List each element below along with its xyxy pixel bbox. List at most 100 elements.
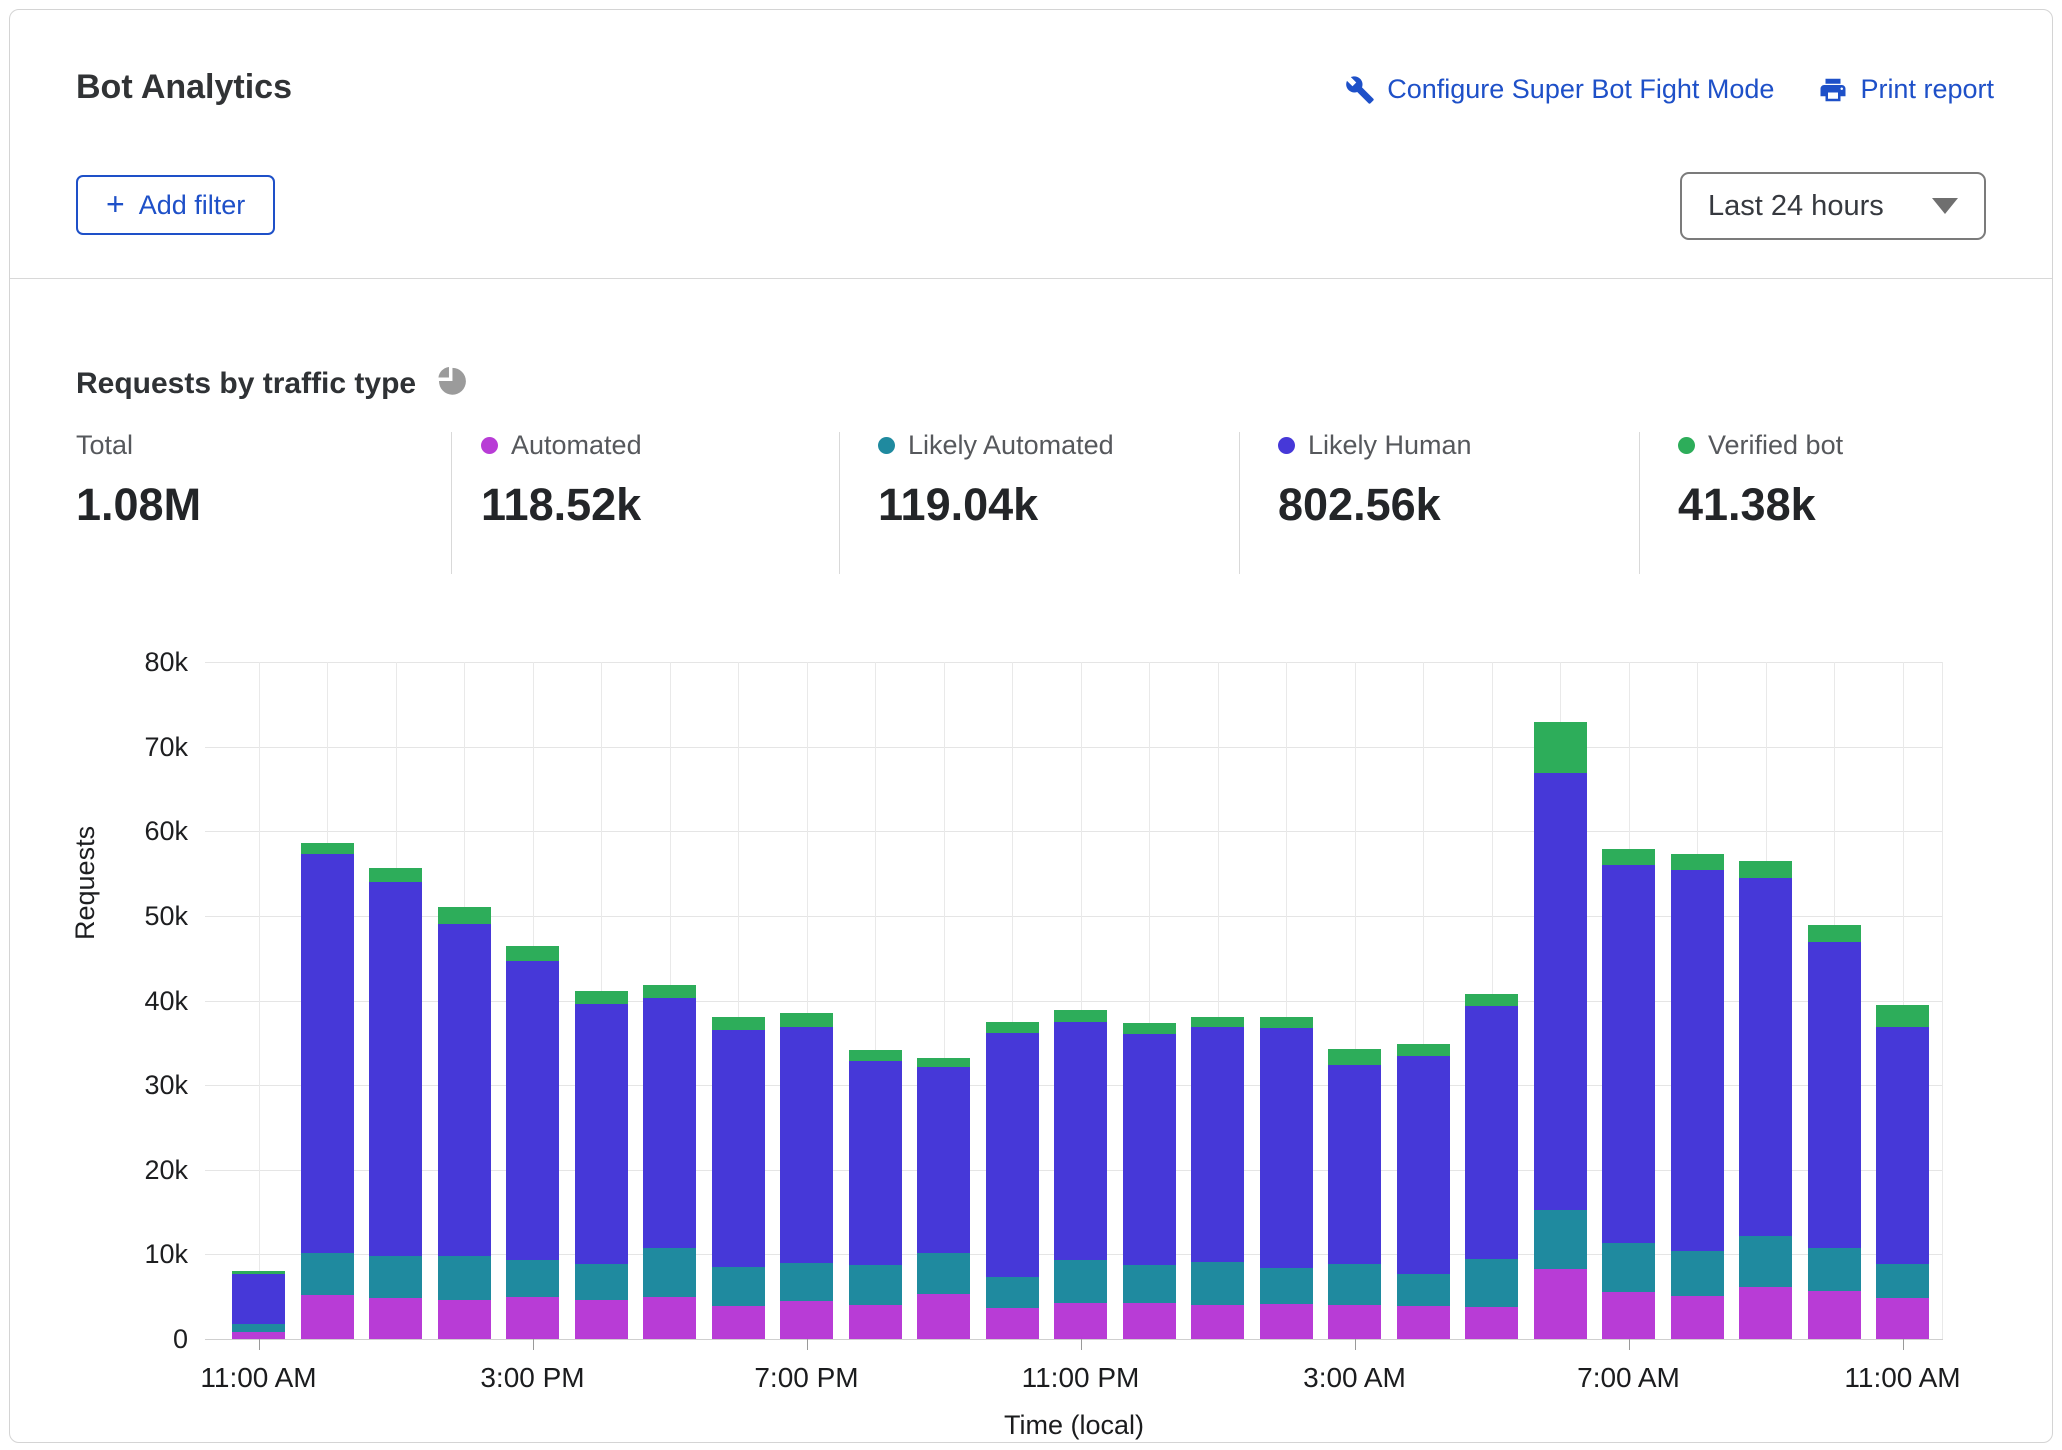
bar-segment-automated[interactable] (917, 1294, 970, 1339)
bar-segment-likely-automated[interactable] (506, 1260, 559, 1296)
bar-segment-automated[interactable] (1739, 1287, 1792, 1339)
bar-1-00-pm[interactable] (369, 868, 422, 1339)
bar-segment-likely-automated[interactable] (1602, 1243, 1655, 1292)
bar-2-00-am[interactable] (1260, 1017, 1313, 1339)
bar-segment-likely-automated[interactable] (1260, 1268, 1313, 1304)
bar-segment-likely-automated[interactable] (712, 1267, 765, 1306)
bar-segment-automated[interactable] (506, 1297, 559, 1339)
bar-10-00-pm[interactable] (986, 1022, 1039, 1339)
stat-likely-automated[interactable]: Likely Automated119.04k (878, 430, 1114, 531)
bar-segment-verified-bot[interactable] (1191, 1017, 1244, 1027)
bar-4-00-pm[interactable] (575, 991, 628, 1339)
bar-segment-likely-automated[interactable] (917, 1253, 970, 1294)
bar-segment-likely-automated[interactable] (849, 1265, 902, 1305)
bar-12-00-pm[interactable] (301, 843, 354, 1339)
bar-segment-verified-bot[interactable] (643, 985, 696, 998)
bar-segment-automated[interactable] (643, 1297, 696, 1339)
bar-segment-likely-automated[interactable] (1191, 1262, 1244, 1305)
bar-segment-verified-bot[interactable] (575, 991, 628, 1004)
bar-segment-automated[interactable] (1876, 1298, 1929, 1339)
bar-segment-automated[interactable] (780, 1301, 833, 1339)
bar-segment-automated[interactable] (1054, 1303, 1107, 1339)
bar-segment-likely-automated[interactable] (369, 1256, 422, 1297)
bar-segment-automated[interactable] (369, 1298, 422, 1339)
bar-6-00-pm[interactable] (712, 1017, 765, 1339)
bar-segment-likely-human[interactable] (1054, 1022, 1107, 1261)
bar-segment-verified-bot[interactable] (369, 868, 422, 882)
bar-segment-likely-human[interactable] (506, 961, 559, 1261)
bar-segment-verified-bot[interactable] (301, 843, 354, 854)
bar-segment-likely-human[interactable] (1465, 1006, 1518, 1260)
bar-segment-verified-bot[interactable] (1876, 1005, 1929, 1027)
bar-segment-likely-automated[interactable] (780, 1263, 833, 1301)
bar-segment-likely-automated[interactable] (986, 1277, 1039, 1307)
bar-segment-automated[interactable] (1465, 1307, 1518, 1339)
bar-2-00-pm[interactable] (438, 907, 491, 1339)
bar-segment-verified-bot[interactable] (1054, 1010, 1107, 1022)
bar-8-00-pm[interactable] (849, 1050, 902, 1339)
bar-segment-automated[interactable] (1328, 1305, 1381, 1339)
bar-segment-likely-human[interactable] (301, 854, 354, 1253)
bar-segment-likely-human[interactable] (986, 1033, 1039, 1278)
stat-verified-bot[interactable]: Verified bot41.38k (1678, 430, 1843, 531)
bar-segment-automated[interactable] (1397, 1306, 1450, 1339)
bar-segment-likely-automated[interactable] (1465, 1259, 1518, 1306)
bar-segment-verified-bot[interactable] (1465, 994, 1518, 1006)
add-filter-button[interactable]: + Add filter (76, 175, 275, 235)
bar-segment-verified-bot[interactable] (1808, 925, 1861, 942)
bar-10-00-am[interactable] (1808, 925, 1861, 1339)
bar-12-00-am[interactable] (1123, 1023, 1176, 1339)
bar-segment-automated[interactable] (1123, 1303, 1176, 1339)
bar-segment-verified-bot[interactable] (917, 1058, 970, 1066)
bar-4-00-am[interactable] (1397, 1044, 1450, 1339)
bar-segment-likely-human[interactable] (1671, 870, 1724, 1251)
bar-segment-likely-automated[interactable] (1808, 1248, 1861, 1290)
bar-segment-likely-automated[interactable] (643, 1248, 696, 1296)
bar-segment-automated[interactable] (1671, 1296, 1724, 1339)
bar-segment-verified-bot[interactable] (1602, 849, 1655, 865)
bar-segment-automated[interactable] (849, 1305, 902, 1339)
bar-segment-likely-automated[interactable] (1739, 1236, 1792, 1287)
bar-segment-likely-human[interactable] (1191, 1027, 1244, 1262)
bar-segment-automated[interactable] (1534, 1269, 1587, 1339)
stat-total[interactable]: Total1.08M (76, 430, 201, 531)
bar-6-00-am[interactable] (1534, 722, 1587, 1339)
print-report-link[interactable]: Print report (1818, 74, 1994, 105)
bar-segment-verified-bot[interactable] (1123, 1023, 1176, 1035)
bar-segment-automated[interactable] (1602, 1292, 1655, 1339)
bar-1-00-am[interactable] (1191, 1017, 1244, 1339)
bar-segment-likely-automated[interactable] (1671, 1251, 1724, 1296)
bar-segment-verified-bot[interactable] (438, 907, 491, 925)
bar-segment-likely-automated[interactable] (1123, 1265, 1176, 1303)
bar-segment-likely-automated[interactable] (301, 1253, 354, 1295)
bar-segment-automated[interactable] (1808, 1291, 1861, 1339)
time-range-dropdown[interactable]: Last 24 hours (1680, 172, 1986, 240)
bar-segment-likely-automated[interactable] (575, 1264, 628, 1300)
bar-segment-likely-human[interactable] (1260, 1028, 1313, 1268)
bar-5-00-pm[interactable] (643, 985, 696, 1339)
bar-segment-verified-bot[interactable] (1671, 854, 1724, 870)
bar-segment-likely-human[interactable] (438, 924, 491, 1256)
bar-segment-verified-bot[interactable] (986, 1022, 1039, 1033)
bar-segment-automated[interactable] (1191, 1305, 1244, 1339)
bar-segment-likely-automated[interactable] (1397, 1274, 1450, 1306)
bar-segment-verified-bot[interactable] (506, 946, 559, 960)
bar-segment-verified-bot[interactable] (780, 1013, 833, 1027)
bar-segment-automated[interactable] (438, 1300, 491, 1339)
configure-super-bot-fight-mode-link[interactable]: Configure Super Bot Fight Mode (1345, 74, 1774, 105)
bar-segment-automated[interactable] (712, 1306, 765, 1339)
bar-segment-verified-bot[interactable] (1739, 861, 1792, 878)
bar-segment-verified-bot[interactable] (1328, 1049, 1381, 1065)
bar-5-00-am[interactable] (1465, 994, 1518, 1339)
bar-11-00-am[interactable] (232, 1271, 285, 1339)
bar-segment-likely-human[interactable] (369, 882, 422, 1256)
bar-3-00-pm[interactable] (506, 946, 559, 1339)
bar-segment-automated[interactable] (301, 1295, 354, 1339)
bar-segment-likely-human[interactable] (917, 1067, 970, 1253)
bar-segment-likely-human[interactable] (643, 998, 696, 1248)
bar-segment-likely-human[interactable] (575, 1004, 628, 1264)
bar-segment-likely-human[interactable] (1808, 942, 1861, 1248)
bar-segment-automated[interactable] (575, 1300, 628, 1339)
bar-segment-likely-automated[interactable] (1054, 1260, 1107, 1302)
bar-segment-verified-bot[interactable] (232, 1271, 285, 1274)
